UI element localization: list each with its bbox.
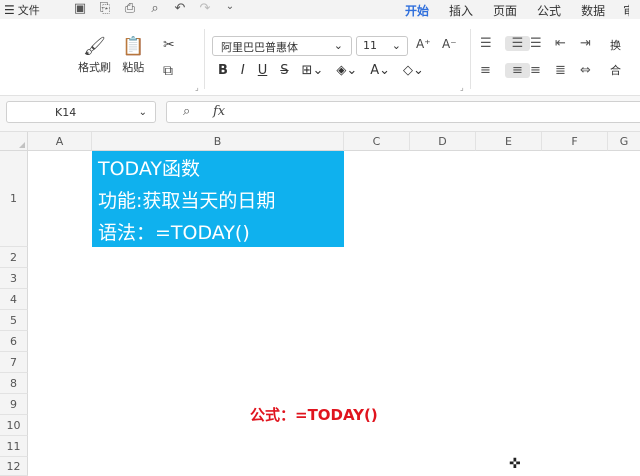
column-header-g[interactable]: G	[608, 132, 640, 151]
cell-b1-line-2: 功能:获取当天的日期	[98, 190, 276, 212]
justify-icon[interactable]: ≣	[555, 63, 580, 78]
copy-icon[interactable]: ⧉	[163, 63, 173, 79]
column-header-b[interactable]: B	[92, 132, 344, 151]
quick-access-toolbar: ▣ ⎘ ⎙ ⌕ ↶ ↷ ⌄	[72, 1, 238, 16]
orientation-icon[interactable]: ⇥	[580, 36, 605, 51]
alignment-group: ☰ ☰ ☰ ⇤ ⇥ ≡ ≡ ≡ ≣ ⇔	[480, 36, 605, 78]
underline-icon[interactable]: U	[258, 63, 268, 78]
paste-label: 粘贴	[122, 61, 145, 74]
chevron-down-icon: ⌄	[138, 106, 147, 118]
tab-page[interactable]: 页面	[483, 2, 527, 19]
align-center-icon[interactable]: ≡	[505, 63, 530, 78]
column-header-c[interactable]: C	[344, 132, 410, 151]
font-name-value: 阿里巴巴普惠体	[221, 41, 298, 54]
align-left-icon[interactable]: ≡	[480, 63, 505, 78]
increase-font-icon[interactable]: A⁺	[416, 37, 431, 51]
divider	[470, 29, 471, 89]
format-painter-button[interactable]: 🖌 格式刷	[78, 35, 111, 75]
chevron-down-icon: ⌄	[333, 39, 343, 52]
undo-icon[interactable]: ↶	[172, 1, 188, 16]
merge-cells-button[interactable]: 合	[610, 62, 621, 78]
column-header-e[interactable]: E	[476, 132, 542, 151]
row-header-4[interactable]: 4	[0, 289, 28, 310]
row-header-11[interactable]: 11	[0, 436, 28, 457]
tab-review[interactable]: 审	[615, 2, 629, 19]
zoom-icon[interactable]: ⌕	[183, 104, 190, 119]
file-menu-label: 文件	[17, 4, 40, 17]
row-header-8[interactable]: 8	[0, 373, 28, 394]
tab-home[interactable]: 开始	[395, 2, 439, 22]
share-icon[interactable]: ⎘	[97, 1, 113, 16]
align-top-icon[interactable]: ☰	[480, 36, 505, 51]
select-all-corner[interactable]	[0, 132, 28, 151]
font-format-row: B I U S ⊞⌄ ◈⌄ A⌄ ◇⌄	[218, 63, 424, 78]
ribbon: 🖌 格式刷 📋 粘贴 ✂ ⧉ ⌟ 阿里巴巴普惠体 ⌄ 11 ⌄ A⁺ A⁻ B …	[0, 19, 640, 96]
formula-bar: K14 ⌄ ⌕ fx	[0, 96, 640, 132]
save-icon[interactable]: ▣	[72, 1, 88, 16]
fill-color-icon[interactable]: ◈⌄	[336, 63, 357, 78]
print-icon[interactable]: ⎙	[122, 1, 138, 16]
row-header-1[interactable]: 1	[0, 151, 28, 247]
border-icon[interactable]: ⊞⌄	[302, 63, 324, 78]
cell-b1-line-1: TODAY函数	[98, 158, 200, 180]
row-header-2[interactable]: 2	[0, 247, 28, 268]
formula-input[interactable]: ⌕ fx	[166, 101, 640, 123]
chevron-down-icon[interactable]: ⌄	[222, 1, 238, 16]
cell-b1[interactable]: TODAY函数 功能:获取当天的日期 语法：=TODAY()	[92, 151, 344, 247]
row-header-9[interactable]: 9	[0, 394, 28, 415]
font-color-icon[interactable]: A⌄	[370, 63, 390, 78]
column-header-d[interactable]: D	[410, 132, 476, 151]
format-painter-label: 格式刷	[78, 61, 111, 74]
name-box-value: K14	[55, 105, 77, 119]
format-painter-icon: 🖌	[83, 36, 106, 57]
hamburger-icon: ☰	[4, 3, 15, 17]
align-middle-icon[interactable]: ☰	[505, 36, 530, 51]
column-header-f[interactable]: F	[542, 132, 608, 151]
row-header-6[interactable]: 6	[0, 331, 28, 352]
cell-cursor-icon: ✜	[509, 456, 521, 472]
file-menu[interactable]: ☰ 文件	[4, 2, 40, 18]
column-header-a[interactable]: A	[28, 132, 92, 151]
clear-format-icon[interactable]: ◇⌄	[403, 63, 424, 78]
bold-icon[interactable]: B	[218, 63, 228, 78]
paste-button[interactable]: 📋 粘贴	[122, 35, 144, 75]
cell-b1-line-3: 语法：=TODAY()	[98, 222, 250, 244]
strikethrough-icon[interactable]: S	[280, 63, 288, 78]
decrease-indent-icon[interactable]: ⇤	[555, 36, 580, 51]
font-launcher-icon[interactable]: ⌟	[460, 83, 464, 92]
row-header-5[interactable]: 5	[0, 310, 28, 331]
font-name-select[interactable]: 阿里巴巴普惠体 ⌄	[212, 36, 352, 56]
row-header-7[interactable]: 7	[0, 352, 28, 373]
cut-icon[interactable]: ✂	[163, 37, 175, 53]
chevron-down-icon: ⌄	[391, 39, 401, 52]
align-right-icon[interactable]: ≡	[530, 63, 555, 78]
font-size-select[interactable]: 11 ⌄	[356, 36, 408, 56]
row-header-12[interactable]: 12	[0, 457, 28, 476]
clipboard-icon: 📋	[122, 36, 145, 57]
align-bottom-icon[interactable]: ☰	[530, 36, 555, 51]
print-preview-icon[interactable]: ⌕	[147, 1, 163, 16]
row-header-3[interactable]: 3	[0, 268, 28, 289]
clipboard-launcher-icon[interactable]: ⌟	[195, 83, 199, 92]
italic-icon[interactable]: I	[241, 63, 245, 78]
tab-formula[interactable]: 公式	[527, 2, 571, 19]
distribute-icon[interactable]: ⇔	[580, 63, 605, 78]
menu-bar: ☰ 文件 ▣ ⎘ ⎙ ⌕ ↶ ↷ ⌄ 开始 插入 页面 公式 数据 审	[0, 0, 640, 22]
tab-insert[interactable]: 插入	[439, 2, 483, 19]
fx-icon[interactable]: fx	[213, 104, 225, 119]
wrap-text-button[interactable]: 换	[610, 37, 621, 53]
decrease-font-icon[interactable]: A⁻	[442, 37, 457, 51]
font-size-value: 11	[363, 39, 377, 52]
redo-icon[interactable]: ↷	[197, 1, 213, 16]
tab-data[interactable]: 数据	[571, 2, 615, 19]
ribbon-tabs: 开始 插入 页面 公式 数据 审	[395, 2, 629, 22]
divider	[204, 29, 205, 89]
row-header-10[interactable]: 10	[0, 415, 28, 436]
name-box[interactable]: K14 ⌄	[6, 101, 156, 123]
formula-annotation: 公式：=TODAY()	[250, 406, 378, 424]
